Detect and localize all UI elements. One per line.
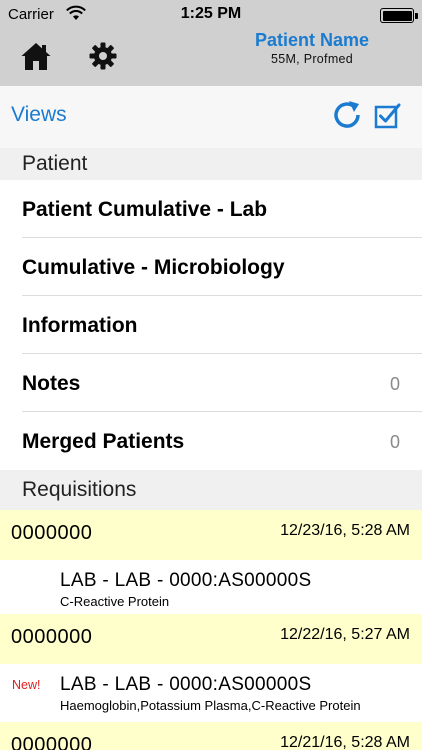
- menu-item-label: Merged Patients: [22, 430, 185, 453]
- patient-meta: 55M, Profmed: [270, 52, 354, 66]
- views-button[interactable]: Views: [11, 103, 67, 127]
- notes-count: 0: [389, 374, 400, 394]
- requisition-detail[interactable]: New! LAB - LAB - 0000:AS00000S Haemoglob…: [0, 664, 422, 720]
- menu-item-merged-patients[interactable]: Merged Patients 0: [0, 412, 422, 470]
- home-icon[interactable]: [20, 40, 52, 72]
- requisition-detail[interactable]: LAB - LAB - 0000:AS00000S C-Reactive Pro…: [0, 560, 422, 616]
- menu-item-cumulative-microbiology[interactable]: Cumulative - Microbiology: [0, 238, 422, 296]
- menu-item-information[interactable]: Information: [0, 296, 422, 354]
- section-header-label: Requisitions: [22, 478, 137, 501]
- menu-item-patient-cumulative-lab[interactable]: Patient Cumulative - Lab: [0, 180, 422, 238]
- menu-item-label: Patient Cumulative - Lab: [22, 198, 268, 221]
- requisition-header[interactable]: 0000000 12/21/16, 5:28 AM: [0, 722, 422, 750]
- menu-item-label: Information: [22, 314, 138, 337]
- requisition-tests: Haemoglobin,Potassium Plasma,C-Reactive …: [60, 698, 361, 713]
- requisition-id: 0000000: [11, 522, 93, 544]
- checkbox-icon[interactable]: [374, 101, 402, 129]
- refresh-icon[interactable]: [330, 98, 364, 132]
- battery-icon: [380, 8, 418, 23]
- menu-item-label: Cumulative - Microbiology: [22, 256, 285, 279]
- patient-name[interactable]: Patient Name: [242, 30, 382, 51]
- requisition-date: 12/23/16, 5:28 AM: [280, 522, 410, 539]
- section-header-label: Patient: [22, 152, 88, 175]
- status-time: 1:25 PM: [180, 5, 242, 22]
- requisition-header[interactable]: 0000000 12/23/16, 5:28 AM: [0, 510, 422, 564]
- requisition-id: 0000000: [11, 626, 93, 648]
- requisition-date: 12/21/16, 5:28 AM: [280, 734, 410, 750]
- section-header-patient: Patient: [0, 148, 422, 180]
- merged-patients-count: 0: [389, 432, 400, 452]
- menu-item-label: Notes: [22, 372, 81, 395]
- requisition-header[interactable]: 0000000 12/22/16, 5:27 AM: [0, 614, 422, 668]
- menu-item-notes[interactable]: Notes 0: [0, 354, 422, 412]
- requisition-title: LAB - LAB - 0000:AS00000S: [60, 570, 312, 591]
- new-badge: New!: [12, 678, 41, 692]
- requisition-title: LAB - LAB - 0000:AS00000S: [60, 674, 312, 695]
- views-bar: Views: [0, 86, 422, 148]
- gear-icon[interactable]: [88, 41, 118, 71]
- top-bar: Patient Name 55M, Profmed: [0, 30, 422, 86]
- section-header-requisitions: Requisitions: [0, 470, 422, 510]
- requisition-id: 0000000: [11, 734, 93, 750]
- requisition-date: 12/22/16, 5:27 AM: [280, 626, 410, 643]
- status-bar: Carrier 1:25 PM: [0, 0, 422, 30]
- requisition-tests: C-Reactive Protein: [60, 594, 170, 609]
